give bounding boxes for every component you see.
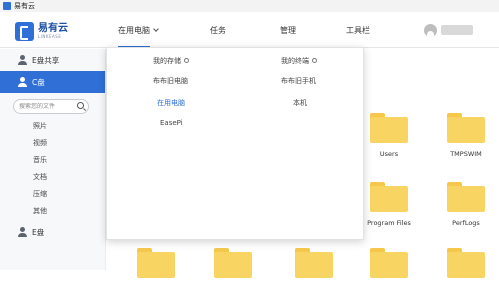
tab-label: 任务 <box>210 26 226 35</box>
folder-icon <box>447 113 485 143</box>
my-terminal-header: 我的终端 <box>281 56 317 66</box>
sidebar: E盘共享 C盘 照片 视频 音乐 文档 压缩 其他 E盘 <box>0 49 106 270</box>
sidebar-item-label: C盘 <box>32 77 45 87</box>
person-icon <box>17 227 27 237</box>
my-storage-header: 我的存储 <box>153 56 189 66</box>
category-archives[interactable]: 压缩 <box>0 186 105 203</box>
folder-icon <box>370 182 408 212</box>
folder-tile-tmpswim[interactable]: TMPSWIM <box>441 113 491 158</box>
brand-subtitle: LINKEASE <box>38 34 62 39</box>
device-item-current-computer[interactable]: 在用电脑 <box>157 98 185 108</box>
search-icon[interactable] <box>77 102 84 109</box>
brand-name: 易有云 <box>38 23 68 34</box>
app-icon <box>3 2 11 10</box>
device-item-easepi[interactable]: EasePi <box>160 119 183 127</box>
tab-manage[interactable]: 管理 <box>280 25 296 37</box>
tab-label: 在用电脑 <box>118 26 150 35</box>
category-videos[interactable]: 视频 <box>0 135 105 152</box>
sidebar-item-label: E盘 <box>32 227 45 237</box>
search-input[interactable] <box>19 103 77 110</box>
folder-tile-program-files[interactable]: Program Files <box>364 182 414 227</box>
person-icon <box>17 55 27 65</box>
category-others[interactable]: 其他 <box>0 203 105 220</box>
folder-icon <box>214 248 252 278</box>
window-titlebar: 易有云 <box>0 0 499 12</box>
tab-label: 工具栏 <box>346 26 370 35</box>
device-item-old-phone[interactable]: 布布旧手机 <box>281 76 316 86</box>
logo-icon <box>15 21 34 41</box>
avatar[interactable] <box>424 24 437 37</box>
device-dropdown: 我的存储 我的终端 布布旧电脑 布布旧手机 在用电脑 本机 EasePi <box>106 47 364 240</box>
file-name: PerfLogs <box>452 219 480 227</box>
file-name: Users <box>379 150 399 158</box>
header-label: 我的存储 <box>153 57 181 65</box>
tab-tasks[interactable]: 任务 <box>210 25 226 37</box>
chevron-down-icon <box>153 26 159 32</box>
folder-icon <box>370 113 408 143</box>
folder-tile[interactable] <box>441 248 491 285</box>
radio-icon <box>312 58 317 63</box>
folder-tile[interactable] <box>131 248 181 285</box>
radio-icon <box>184 58 189 63</box>
device-item-old-computer[interactable]: 布布旧电脑 <box>153 76 188 86</box>
folder-icon <box>447 248 485 278</box>
folder-tile-perflogs[interactable]: PerfLogs <box>441 182 491 227</box>
tab-current-computer[interactable]: 在用电脑 <box>118 25 159 48</box>
category-music[interactable]: 音乐 <box>0 152 105 169</box>
folder-tile[interactable] <box>208 248 258 285</box>
brand-logo[interactable]: 易有云 LINKEASE <box>15 19 69 43</box>
sidebar-item-c-drive[interactable]: C盘 <box>0 71 105 93</box>
window-title: 易有云 <box>14 2 35 10</box>
file-name: Program Files <box>367 219 411 227</box>
logo-text: 易有云 LINKEASE <box>38 23 68 39</box>
sidebar-item-e-share[interactable]: E盘共享 <box>0 49 105 71</box>
sidebar-item-label: E盘共享 <box>32 55 60 65</box>
folder-tile[interactable] <box>289 248 339 285</box>
category-photos[interactable]: 照片 <box>0 118 105 135</box>
folder-tile-users[interactable]: Users <box>364 113 414 158</box>
category-documents[interactable]: 文档 <box>0 169 105 186</box>
folder-icon <box>137 248 175 278</box>
tab-toolbar[interactable]: 工具栏 <box>346 25 370 37</box>
folder-tile[interactable] <box>364 248 414 285</box>
device-item-this-machine[interactable]: 本机 <box>293 98 307 108</box>
search-box[interactable] <box>13 99 89 114</box>
folder-icon <box>295 248 333 278</box>
sidebar-item-e-drive[interactable]: E盘 <box>0 221 105 243</box>
tab-label: 管理 <box>280 26 296 35</box>
folder-icon <box>370 248 408 278</box>
folder-icon <box>447 182 485 212</box>
header-label: 我的终端 <box>281 57 309 65</box>
file-name: TMPSWIM <box>450 150 482 158</box>
user-name-blurred[interactable] <box>441 25 473 35</box>
person-icon <box>17 77 27 87</box>
